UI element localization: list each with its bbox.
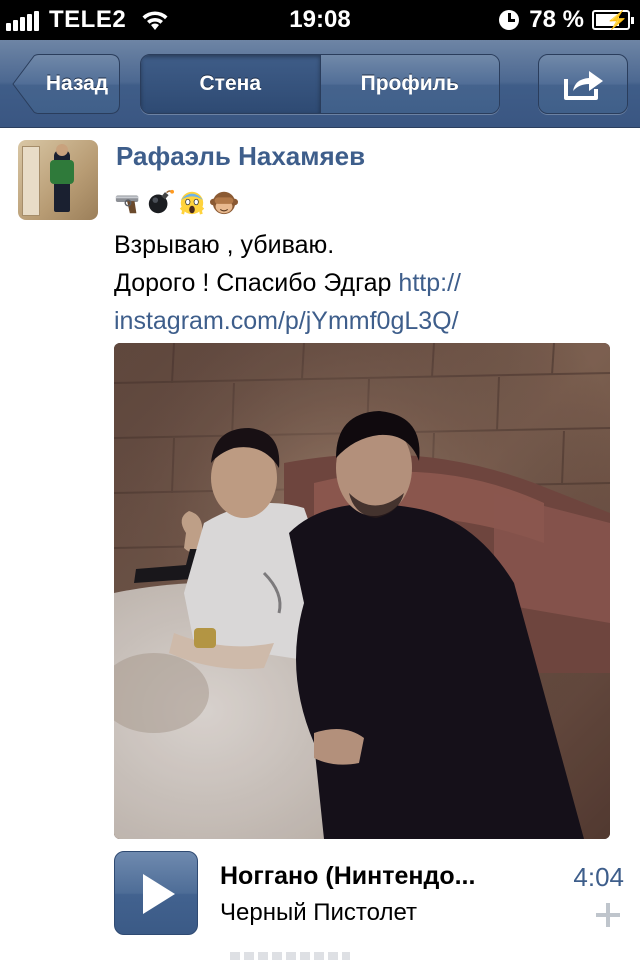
post-text-line-1: Взрываю , убиваю. xyxy=(114,231,335,259)
avatar-head-shape xyxy=(56,144,68,156)
instagram-link-part-2[interactable]: instagram.com/p/jYmmf0gL3Q/ xyxy=(114,302,624,340)
battery-percent: 78 % xyxy=(529,6,584,33)
tab-profile[interactable]: Профиль xyxy=(319,55,499,113)
post-text-line-2: Дорого ! Спасибо Эдгар http:// xyxy=(114,264,624,302)
charging-bolt-icon: ⚡ xyxy=(606,10,629,30)
emoji-row xyxy=(114,184,242,220)
instagram-link-part-1[interactable]: http:// xyxy=(398,269,461,297)
track-duration: 4:04 xyxy=(573,862,624,892)
play-button[interactable] xyxy=(114,851,198,935)
battery-icon: ⚡ xyxy=(592,10,634,30)
share-button[interactable] xyxy=(538,54,628,114)
post-photo-scene xyxy=(114,343,610,839)
post-photo[interactable] xyxy=(114,343,610,839)
author-name[interactable]: Рафаэль Нахамяев xyxy=(116,141,365,172)
see-no-evil-monkey-emoji-icon xyxy=(210,191,238,215)
play-icon xyxy=(143,874,175,914)
segmented-control: Стена Профиль xyxy=(140,54,500,114)
add-track-plus-icon[interactable] xyxy=(596,903,620,927)
back-button-label: Назад xyxy=(45,72,109,95)
tab-wall[interactable]: Стена xyxy=(141,55,320,113)
share-icon xyxy=(564,71,603,100)
post-meta-cutoff xyxy=(230,952,350,960)
track-artist[interactable]: Черный Пистолет xyxy=(220,899,417,927)
avatar-door-shape xyxy=(22,146,40,216)
author-avatar[interactable] xyxy=(18,140,98,220)
back-button[interactable]: Назад xyxy=(12,54,120,114)
pistol-emoji-icon xyxy=(115,195,139,214)
alarm-icon xyxy=(499,10,520,30)
post-text: Взрываю , убиваю. Дорого ! Спасибо Эдгар… xyxy=(114,226,624,340)
track-title[interactable]: Ноггано (Нинтендо... xyxy=(220,862,542,891)
navigation-bar: Назад Стена Профиль xyxy=(0,40,640,128)
status-bar: TELE2 19:08 78 % ⚡ xyxy=(0,0,640,40)
avatar-shirt-shape xyxy=(50,160,74,184)
scream-emoji-icon xyxy=(179,191,205,215)
post-text-line-2-prefix: Дорого ! Спасибо Эдгар xyxy=(114,269,399,297)
bomb-emoji-icon xyxy=(148,189,174,214)
